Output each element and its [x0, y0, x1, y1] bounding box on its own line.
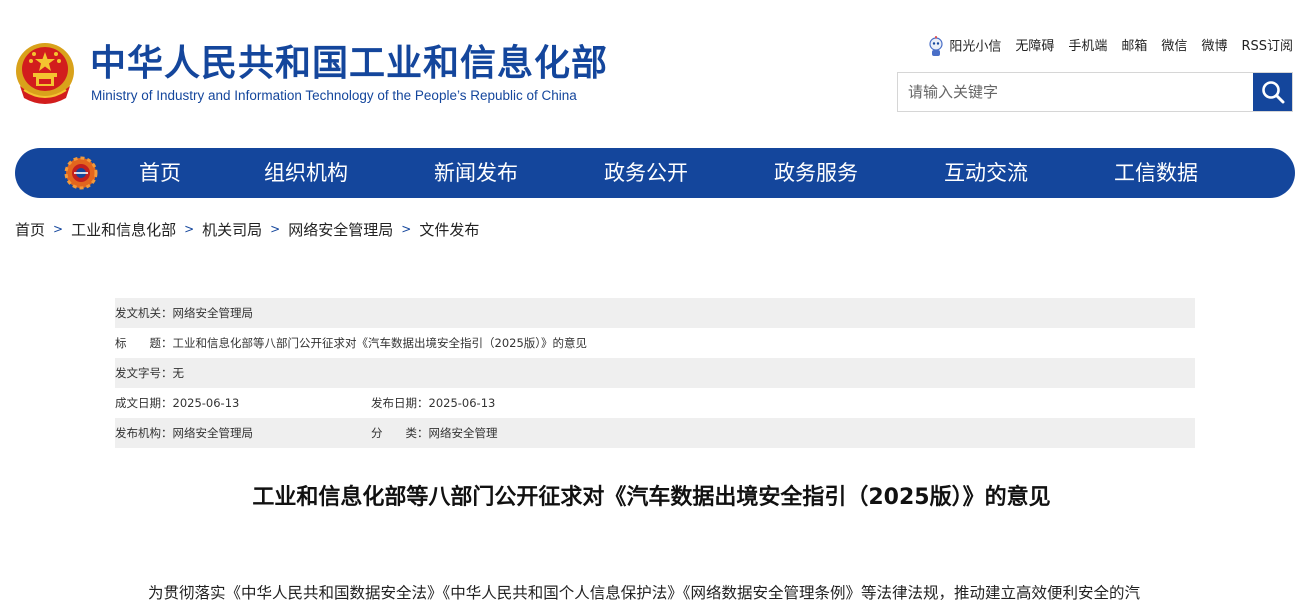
published-date-value: 2025-06-13	[428, 396, 496, 410]
article-paragraph: 为贯彻落实《中华人民共和国数据安全法》《中华人民共和国个人信息保护法》《网络数据…	[148, 584, 1141, 602]
created-date-cell: 成文日期： 2025-06-13	[115, 395, 371, 411]
docno-value: 无	[172, 366, 185, 380]
info-row-docno: 发文字号： 无	[115, 358, 1195, 388]
search-input[interactable]	[898, 73, 1254, 111]
issuer-value: 网络安全管理局	[172, 306, 254, 320]
created-date-value: 2025-06-13	[172, 396, 240, 410]
chevron-right-icon: >	[270, 222, 281, 236]
chevron-right-icon: >	[184, 222, 195, 236]
title-value: 工业和信息化部等八部门公开征求对《汽车数据出境安全指引（2025版）》的意见	[172, 336, 588, 350]
nav-government-services[interactable]: 政务服务	[774, 148, 858, 198]
breadcrumb-documents[interactable]: 文件发布	[419, 219, 479, 240]
category-label: 分 类：	[371, 426, 429, 440]
category-value: 网络安全管理	[428, 426, 498, 440]
issuer-label: 发文机关：	[115, 306, 173, 320]
article-title: 工业和信息化部等八部门公开征求对《汽车数据出境安全指引（2025版）》的意见	[252, 485, 1051, 510]
info-row-title: 标 题： 工业和信息化部等八部门公开征求对《汽车数据出境安全指引（2025版）》…	[115, 328, 1195, 358]
breadcrumb-cybersecurity-bureau[interactable]: 网络安全管理局	[288, 219, 393, 240]
sunshine-assistant-label: 阳光小信	[949, 39, 1002, 55]
nav-organization[interactable]: 组织机构	[264, 148, 348, 198]
breadcrumb-ministry[interactable]: 工业和信息化部	[71, 219, 176, 240]
info-row-issuer: 发文机关： 网络安全管理局	[115, 298, 1195, 328]
accessibility-link[interactable]: 无障碍	[1015, 36, 1054, 58]
category-cell: 分 类： 网络安全管理	[371, 425, 498, 441]
title-label: 标 题：	[115, 336, 173, 350]
docno-label: 发文字号：	[115, 366, 173, 380]
search-icon	[1261, 81, 1284, 104]
top-links-bar: 阳光小信 无障碍 手机端 邮箱 微信 微博 RSS订阅	[927, 35, 1293, 59]
org-cell: 发布机构： 网络安全管理局	[115, 425, 371, 441]
org-label: 发布机构：	[115, 426, 173, 440]
search-box	[897, 72, 1293, 112]
info-row-org: 发布机构： 网络安全管理局 分 类： 网络安全管理	[115, 418, 1195, 448]
published-date-cell: 发布日期： 2025-06-13	[371, 395, 495, 411]
mail-link[interactable]: 邮箱	[1121, 36, 1147, 58]
info-row-dates: 成文日期： 2025-06-13 发布日期： 2025-06-13	[115, 388, 1195, 418]
created-date-label: 成文日期：	[115, 396, 173, 410]
site-subtitle: Ministry of Industry and Information Tec…	[91, 88, 577, 103]
site-title: 中华人民共和国工业和信息化部	[90, 43, 609, 84]
breadcrumb-departments[interactable]: 机关司局	[202, 219, 262, 240]
nav-news[interactable]: 新闻发布	[434, 148, 518, 198]
chevron-right-icon: >	[401, 222, 412, 236]
robot-icon	[929, 35, 943, 56]
document-info-table: 发文机关： 网络安全管理局 标 题： 工业和信息化部等八部门公开征求对《汽车数据…	[115, 298, 1195, 448]
weibo-link[interactable]: 微博	[1201, 36, 1227, 58]
search-button[interactable]	[1253, 73, 1292, 111]
breadcrumb: 首页 > 工业和信息化部 > 机关司局 > 网络安全管理局 > 文件发布	[15, 218, 479, 240]
published-date-label: 发布日期：	[371, 396, 429, 410]
nav-interaction[interactable]: 互动交流	[944, 148, 1028, 198]
breadcrumb-home[interactable]: 首页	[15, 219, 45, 240]
mobile-link[interactable]: 手机端	[1068, 36, 1107, 58]
gear-emblem-icon[interactable]	[64, 156, 98, 190]
rss-link[interactable]: RSS订阅	[1241, 36, 1293, 58]
nav-data[interactable]: 工信数据	[1114, 148, 1198, 198]
national-emblem-logo[interactable]	[14, 40, 76, 108]
sunshine-assistant-link[interactable]: 阳光小信	[927, 35, 1002, 59]
wechat-link[interactable]: 微信	[1161, 36, 1187, 58]
org-value: 网络安全管理局	[172, 426, 254, 440]
main-nav: 首页 组织机构 新闻发布 政务公开 政务服务 互动交流 工信数据	[15, 148, 1295, 198]
nav-home[interactable]: 首页	[139, 148, 181, 198]
chevron-right-icon: >	[53, 222, 64, 236]
nav-government-affairs[interactable]: 政务公开	[604, 148, 688, 198]
